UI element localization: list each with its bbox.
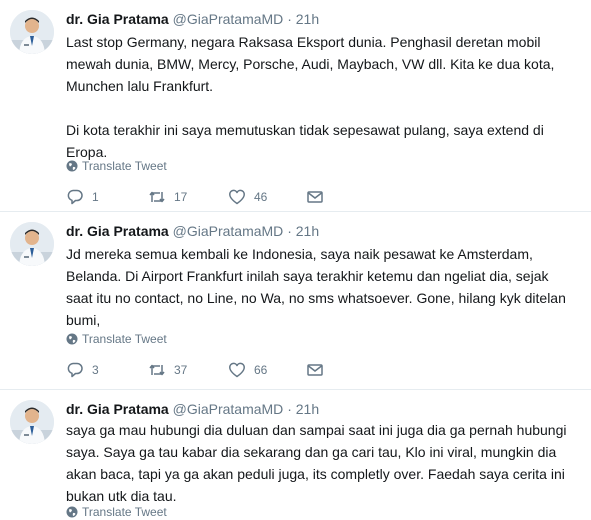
avatar[interactable] [10, 222, 54, 266]
user-handle[interactable]: @GiaPratamaMD [173, 223, 284, 239]
tweet[interactable]: dr. Gia Pratama @GiaPratamaMD · 21h saya… [0, 390, 591, 520]
retweet-button[interactable]: 37 [148, 360, 187, 380]
reply-button[interactable]: 3 [66, 360, 99, 380]
avatar[interactable] [10, 400, 54, 444]
reply-icon [67, 362, 83, 378]
heart-icon [229, 189, 245, 205]
like-button[interactable]: 46 [228, 187, 267, 207]
direct-message-button[interactable] [306, 187, 324, 207]
reply-icon [67, 189, 83, 205]
globe-icon [66, 160, 78, 172]
timestamp[interactable]: 21h [296, 223, 319, 239]
separator: · [287, 223, 292, 239]
reply-count: 1 [92, 190, 99, 204]
reply-count: 3 [92, 363, 99, 377]
separator: · [287, 11, 292, 27]
user-name[interactable]: dr. Gia Pratama [66, 223, 169, 239]
translate-label: Translate Tweet [82, 159, 167, 173]
reply-button[interactable]: 1 [66, 187, 99, 207]
user-handle[interactable]: @GiaPratamaMD [173, 401, 284, 417]
avatar[interactable] [10, 10, 54, 54]
translate-tweet-link[interactable]: Translate Tweet [66, 504, 167, 520]
tweet-header: dr. Gia Pratama @GiaPratamaMD · 21h [66, 10, 319, 28]
tweet-text: Jd mereka semua kembali ke Indonesia, sa… [66, 243, 571, 331]
translate-tweet-link[interactable]: Translate Tweet [66, 158, 167, 174]
tweet-text: Last stop Germany, negara Raksasa Ekspor… [66, 31, 571, 163]
envelope-icon [307, 364, 323, 376]
tweet-paragraph: Last stop Germany, negara Raksasa Ekspor… [66, 34, 555, 94]
heart-icon [229, 362, 245, 378]
like-button[interactable]: 66 [228, 360, 267, 380]
translate-tweet-link[interactable]: Translate Tweet [66, 331, 167, 347]
like-count: 46 [254, 190, 268, 204]
translate-label: Translate Tweet [82, 505, 167, 519]
user-name[interactable]: dr. Gia Pratama [66, 11, 169, 27]
tweet-header: dr. Gia Pratama @GiaPratamaMD · 21h [66, 400, 319, 418]
tweet[interactable]: dr. Gia Pratama @GiaPratamaMD · 21h Last… [0, 0, 591, 212]
user-handle[interactable]: @GiaPratamaMD [173, 11, 284, 27]
tweet-header: dr. Gia Pratama @GiaPratamaMD · 21h [66, 222, 319, 240]
tweet[interactable]: dr. Gia Pratama @GiaPratamaMD · 21h Jd m… [0, 212, 591, 390]
globe-icon [66, 333, 78, 345]
retweet-count: 37 [174, 363, 188, 377]
tweet-text: saya ga mau hubungi dia duluan dan sampa… [66, 419, 571, 507]
tweet-paragraph: Di kota terakhir ini saya memutuskan tid… [66, 122, 544, 160]
translate-label: Translate Tweet [82, 332, 167, 346]
retweet-button[interactable]: 17 [148, 187, 187, 207]
like-count: 66 [254, 363, 268, 377]
timestamp[interactable]: 21h [296, 401, 319, 417]
direct-message-button[interactable] [306, 360, 324, 380]
globe-icon [66, 506, 78, 518]
retweet-icon [149, 191, 165, 203]
timestamp[interactable]: 21h [296, 11, 319, 27]
envelope-icon [307, 191, 323, 203]
tweet-paragraph: Jd mereka semua kembali ke Indonesia, sa… [66, 246, 566, 328]
user-name[interactable]: dr. Gia Pratama [66, 401, 169, 417]
tweet-paragraph: saya ga mau hubungi dia duluan dan sampa… [66, 422, 567, 504]
separator: · [287, 401, 292, 417]
retweet-count: 17 [174, 190, 188, 204]
retweet-icon [149, 364, 165, 376]
